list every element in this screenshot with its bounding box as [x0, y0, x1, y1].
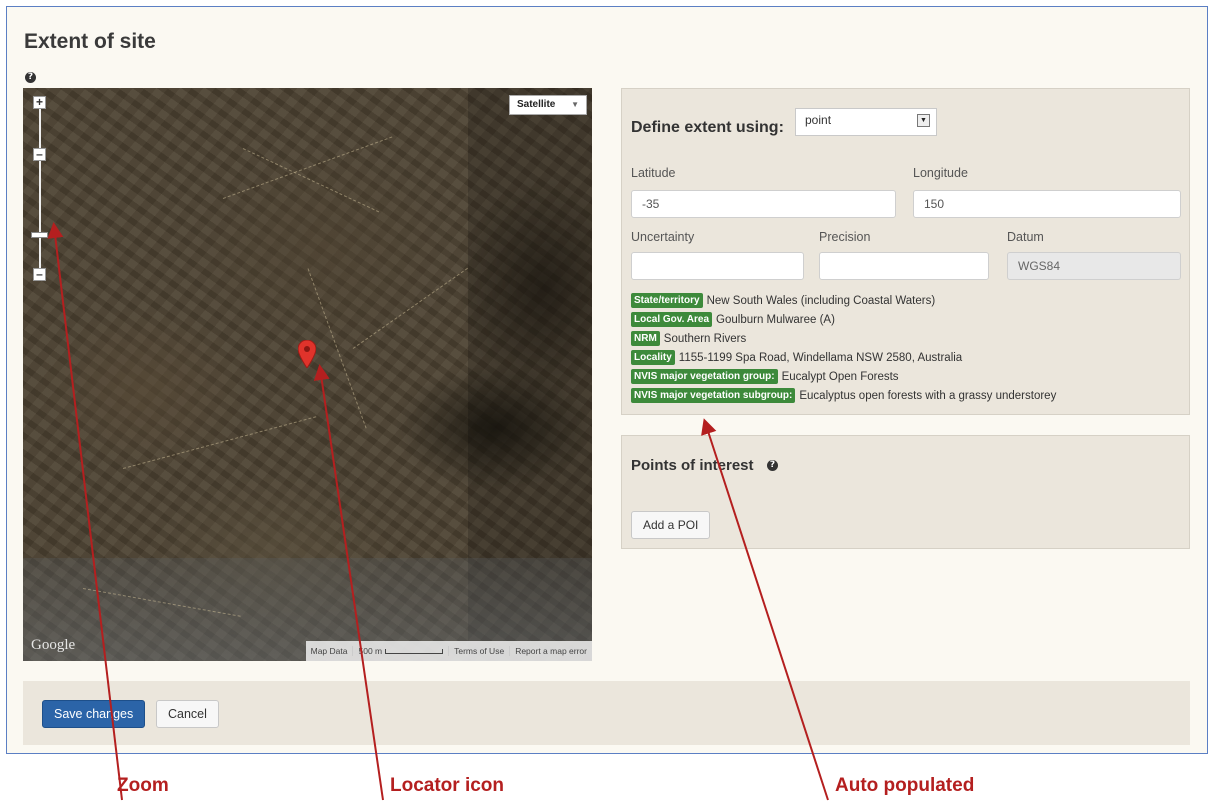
datum-input: [1007, 252, 1181, 280]
precision-label: Precision: [819, 230, 871, 244]
fact-value: New South Wales (including Coastal Water…: [706, 294, 936, 307]
fact-tag: State/territory: [631, 293, 703, 308]
extent-method-select[interactable]: point ▼: [795, 108, 937, 136]
map-data-link[interactable]: Map Data: [306, 646, 353, 656]
map-type-select[interactable]: Satellite ▼: [509, 95, 587, 115]
zoom-out-button[interactable]: –: [33, 148, 46, 161]
terms-link[interactable]: Terms of Use: [448, 646, 509, 656]
uncertainty-label: Uncertainty: [631, 230, 695, 244]
fact-locality: Locality 1155-1199 Spa Road, Windellama N…: [631, 349, 1056, 366]
help-icon[interactable]: ?: [25, 72, 36, 83]
latitude-input[interactable]: [631, 190, 896, 218]
stage: Extent of site ? + – – Satellite ▼ Googl…: [0, 0, 1209, 808]
longitude-input[interactable]: [913, 190, 1181, 218]
chevron-down-icon: ▼: [571, 100, 579, 109]
extent-panel: Define extent using: point ▼ Latitude Lo…: [621, 88, 1190, 415]
fact-value: Eucalyptus open forests with a grassy un…: [799, 389, 1057, 402]
dropdown-arrow-icon[interactable]: ▼: [917, 114, 930, 127]
map-road: [352, 267, 468, 349]
map-road: [307, 268, 367, 429]
precision-input[interactable]: [819, 252, 989, 280]
add-poi-button[interactable]: Add a POI: [631, 511, 711, 539]
locator-icon-callout: Locator icon: [390, 775, 505, 796]
fact-nvis-subgroup: NVIS major vegetation subgroup: Eucalyptu…: [631, 387, 1056, 404]
zoom-in-button[interactable]: +: [33, 96, 46, 109]
fact-value: Eucalypt Open Forests: [781, 370, 899, 383]
fact-tag: NRM: [631, 331, 660, 346]
map-pin-icon[interactable]: [298, 340, 316, 368]
scale-bar: [385, 649, 444, 655]
zoom-callout: Zoom: [117, 775, 169, 796]
extent-method-label: Define extent using:: [631, 119, 784, 136]
scale-label: 500 m: [358, 646, 383, 656]
map-road: [242, 148, 380, 213]
map-scale: 500 m: [352, 646, 448, 656]
map-road: [122, 416, 317, 469]
longitude-label: Longitude: [913, 166, 968, 180]
datum-label: Datum: [1007, 230, 1044, 244]
zoom-slider-handle[interactable]: [31, 232, 48, 238]
location-facts-list: State/territory New South Wales (includin…: [631, 292, 1056, 406]
uncertainty-input[interactable]: [631, 252, 804, 280]
satellite-map[interactable]: + – – Satellite ▼ Google Map Data 500 m …: [23, 88, 592, 661]
fact-tag: NVIS major vegetation group:: [631, 369, 778, 384]
fact-lga: Local Gov. Area Goulburn Mulwaree (A): [631, 311, 1056, 328]
fact-tag: Locality: [631, 350, 675, 365]
fact-value: Southern Rivers: [663, 332, 747, 345]
fact-tag: Local Gov. Area: [631, 312, 713, 327]
map-type-label: Satellite: [517, 99, 556, 110]
extent-method-value: point: [805, 113, 832, 127]
save-button[interactable]: Save changes: [42, 700, 146, 728]
latitude-label: Latitude: [631, 166, 676, 180]
fact-value: 1155-1199 Spa Road, Windellama NSW 2580,…: [678, 351, 963, 364]
form-actions-bar: Save changes Cancel: [23, 681, 1190, 745]
google-logo: Google: [31, 637, 76, 653]
map-attribution: Map Data 500 m Terms of Use Report a map…: [305, 641, 592, 661]
fact-tag: NVIS major vegetation subgroup:: [631, 388, 796, 403]
map-road: [222, 136, 393, 199]
report-error-link[interactable]: Report a map error: [509, 646, 592, 656]
page-title: Extent of site: [24, 30, 156, 53]
zoom-slider-track[interactable]: [39, 109, 41, 269]
fact-nrm: NRM Southern Rivers: [631, 330, 1056, 347]
auto-populated-callout: Auto populated: [835, 775, 975, 796]
zoom-out-button[interactable]: –: [33, 268, 46, 281]
points-of-interest-panel: Points of interest ? Add a POI: [621, 435, 1190, 549]
poi-title: Points of interest: [631, 457, 754, 474]
fact-nvis-group: NVIS major vegetation group: Eucalypt Ope…: [631, 368, 1056, 385]
fact-state: State/territory New South Wales (includin…: [631, 292, 1056, 309]
help-icon[interactable]: ?: [767, 460, 778, 471]
cancel-button[interactable]: Cancel: [156, 700, 219, 728]
fact-value: Goulburn Mulwaree (A): [716, 313, 835, 326]
